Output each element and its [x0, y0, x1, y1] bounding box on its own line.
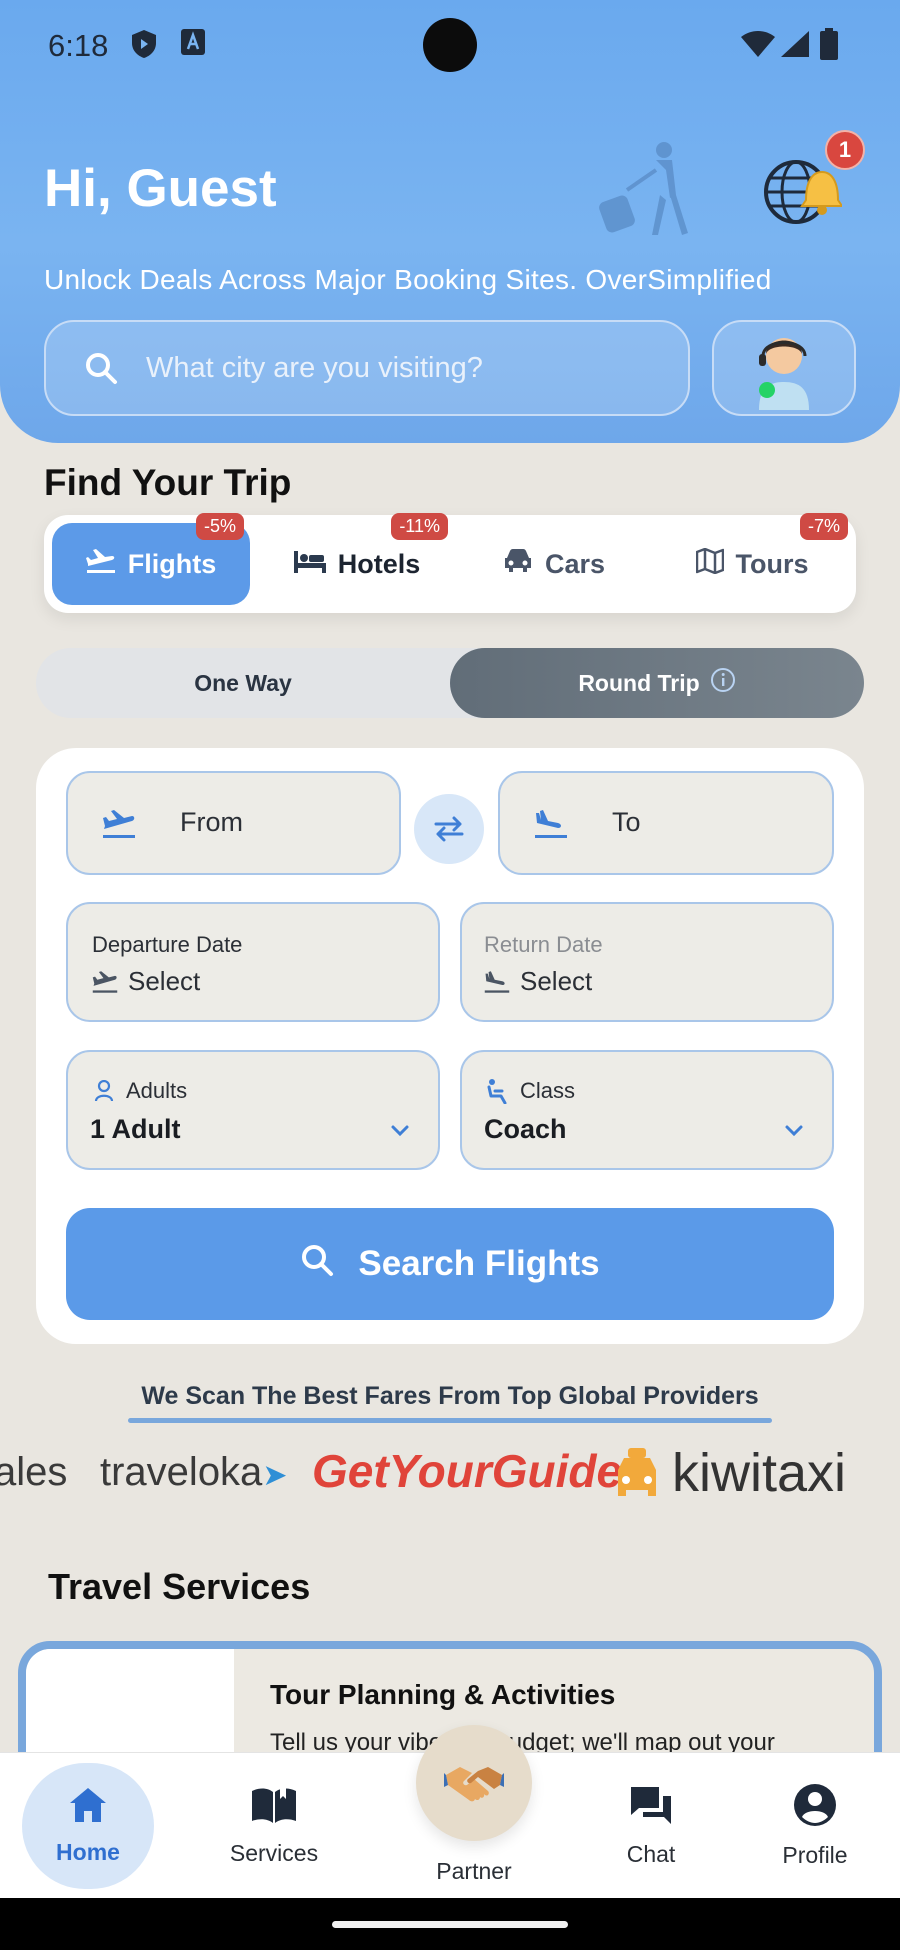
- seat-icon: [484, 1078, 510, 1109]
- search-flights-label: Search Flights: [358, 1244, 600, 1283]
- home-gesture-indicator[interactable]: [332, 1921, 568, 1928]
- departure-date-field[interactable]: Departure Date Select: [66, 902, 440, 1022]
- info-icon[interactable]: [710, 667, 736, 699]
- landing-icon: [534, 809, 568, 844]
- return-date-value: Select: [520, 966, 593, 996]
- swap-locations-button[interactable]: [414, 794, 484, 864]
- bed-icon: [293, 549, 326, 580]
- departure-plane-icon: [92, 970, 118, 999]
- one-way-label: One Way: [194, 669, 292, 696]
- provider-logos-carousel: ales traveloka➤ GetYourGuide kiwitaxi: [0, 1440, 900, 1520]
- greeting-title: Hi, Guest: [44, 159, 277, 218]
- class-selector[interactable]: Class Coach: [460, 1050, 834, 1170]
- bird-icon: ➤: [262, 1459, 288, 1492]
- from-label: From: [180, 807, 243, 837]
- return-date-field[interactable]: Return Date Select: [460, 902, 834, 1022]
- return-date-label: Return Date: [484, 932, 603, 957]
- departure-date-value: Select: [128, 966, 201, 996]
- adults-label: Adults: [126, 1078, 188, 1103]
- nav-services-label: Services: [229, 1840, 319, 1866]
- camera-cutout: [423, 18, 477, 72]
- hotels-discount-badge: -11%: [391, 513, 448, 540]
- class-value: Coach: [484, 1114, 567, 1144]
- shield-icon: [130, 28, 158, 65]
- find-trip-title: Find Your Trip: [44, 462, 292, 503]
- departure-date-label: Departure Date: [92, 932, 243, 957]
- handshake-icon: [444, 1767, 504, 1802]
- city-search-field[interactable]: [44, 320, 690, 416]
- tab-tours[interactable]: Tours -7%: [656, 513, 848, 605]
- adults-selector[interactable]: Adults 1 Adult: [66, 1050, 440, 1170]
- nav-home-label: Home: [56, 1839, 120, 1865]
- tagline: Unlock Deals Across Major Booking Sites.…: [44, 264, 772, 295]
- notification-badge: 1: [825, 130, 865, 170]
- tab-tours-label: Tours: [735, 548, 809, 579]
- from-field[interactable]: From: [66, 771, 401, 875]
- nav-chat[interactable]: Chat: [586, 1753, 716, 1899]
- takeoff-icon: [102, 809, 136, 844]
- search-icon: [300, 1243, 334, 1286]
- tab-cars[interactable]: Cars: [464, 523, 644, 605]
- trip-type-toggle: One Way Round Trip: [36, 648, 864, 718]
- nav-home[interactable]: Home: [22, 1753, 154, 1899]
- profile-icon: [793, 1783, 837, 1832]
- travel-services-title: Travel Services: [48, 1566, 311, 1607]
- category-tabs: Flights -5% Hotels -11% Cars Tours -7%: [44, 513, 856, 613]
- chat-icon: [629, 1784, 673, 1831]
- provider-logo-traveloka: traveloka➤: [100, 1450, 287, 1495]
- to-field[interactable]: To: [498, 771, 834, 875]
- tab-cars-label: Cars: [544, 548, 606, 579]
- chevron-down-icon: [390, 1124, 410, 1143]
- signal-icon: [780, 30, 810, 63]
- search-flights-button[interactable]: Search Flights: [66, 1208, 834, 1320]
- class-label: Class: [520, 1078, 576, 1103]
- nav-services[interactable]: Services: [206, 1753, 342, 1899]
- tab-hotels[interactable]: Hotels -11%: [262, 513, 452, 605]
- provider-logo-kiwitaxi: kiwitaxi: [672, 1443, 847, 1503]
- service-card-title: Tour Planning & Activities: [270, 1679, 616, 1710]
- round-trip-label: Round Trip: [578, 669, 700, 696]
- plane-icon: [85, 548, 116, 581]
- home-icon: [68, 1786, 108, 1829]
- tab-flights[interactable]: Flights -5%: [52, 513, 250, 605]
- provider-logo-ales: ales: [0, 1450, 68, 1494]
- to-label: To: [612, 807, 641, 837]
- tours-discount-badge: -7%: [799, 513, 848, 540]
- provider-logo-getyourguide: GetYourGuide: [312, 1445, 623, 1497]
- round-trip-option[interactable]: Round Trip: [450, 648, 864, 718]
- support-agent-icon: [759, 338, 809, 410]
- status-time: 6:18: [48, 28, 109, 63]
- tab-flights-label: Flights: [127, 548, 217, 579]
- swap-icon: [434, 816, 464, 842]
- providers-title: We Scan The Best Fares From Top Global P…: [141, 1382, 759, 1410]
- whatsapp-agent-button[interactable]: [712, 320, 856, 416]
- map-icon: [695, 547, 724, 581]
- partner-fab[interactable]: [416, 1725, 532, 1841]
- one-way-option[interactable]: One Way: [36, 648, 450, 718]
- nav-profile[interactable]: Profile: [750, 1753, 880, 1899]
- taxi-icon: [612, 1448, 662, 1507]
- battery-icon: [820, 28, 838, 65]
- tab-hotels-label: Hotels: [337, 548, 421, 579]
- return-plane-icon: [484, 970, 510, 999]
- status-bar: 6:18: [0, 0, 900, 90]
- search-icon: [84, 351, 118, 385]
- flights-discount-badge: -5%: [195, 513, 244, 540]
- car-icon: [503, 548, 533, 581]
- person-icon: [94, 1079, 114, 1107]
- book-icon: [250, 1785, 298, 1830]
- adults-value: 1 Adult: [90, 1114, 181, 1144]
- nav-partner-label: Partner: [436, 1858, 512, 1884]
- nav-chat-label: Chat: [626, 1841, 676, 1867]
- traveler-illustration: [592, 140, 702, 245]
- providers-underline: [128, 1418, 772, 1423]
- city-search-input[interactable]: [146, 351, 646, 385]
- wifi-icon: [740, 30, 776, 63]
- traveloka-text: traveloka: [100, 1450, 263, 1494]
- chevron-down-icon: [784, 1124, 804, 1143]
- nav-profile-label: Profile: [782, 1842, 848, 1868]
- a-box-icon: [180, 28, 206, 61]
